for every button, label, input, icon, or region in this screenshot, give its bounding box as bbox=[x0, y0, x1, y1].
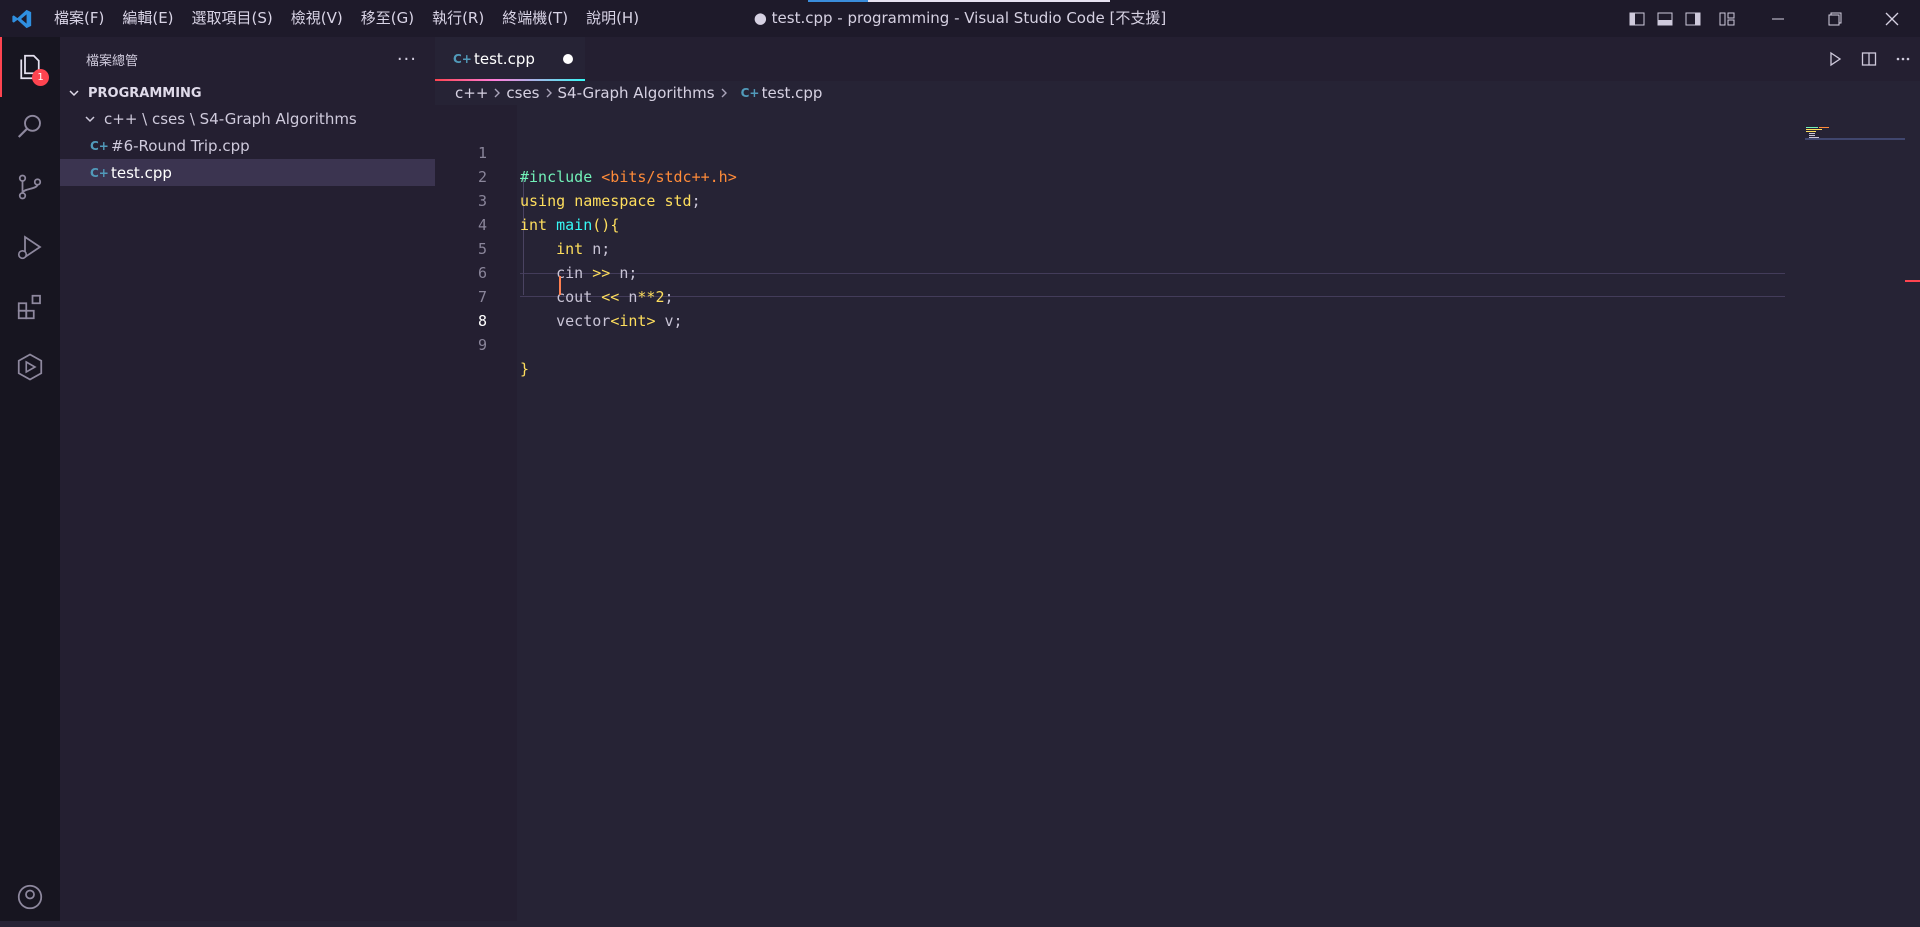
window-title: ● test.cpp - programming - Visual Studio… bbox=[753, 9, 1167, 27]
split-editor-icon[interactable] bbox=[1852, 37, 1886, 81]
menu-help[interactable]: 說明(H) bbox=[577, 0, 648, 37]
accounts-icon[interactable] bbox=[0, 867, 60, 927]
breadcrumb-item[interactable]: S4-Graph Algorithms bbox=[558, 84, 715, 102]
tab-test-cpp[interactable]: C+ test.cpp bbox=[435, 37, 585, 81]
code-line: 7 vector<int> v; bbox=[435, 261, 1785, 330]
search-icon[interactable] bbox=[0, 97, 60, 157]
breadcrumb: c++ cses S4-Graph Algorithms C+ test.cpp bbox=[455, 81, 822, 105]
tab-bar: C+ test.cpp bbox=[435, 37, 1920, 81]
menu-edit[interactable]: 編輯(E) bbox=[113, 0, 182, 37]
source-control-icon[interactable] bbox=[0, 157, 60, 217]
tree-file-round-trip[interactable]: C+ #6-Round Trip.cpp bbox=[60, 132, 435, 159]
code-line: 5 cin >> n; bbox=[435, 213, 1785, 282]
window-controls bbox=[1623, 0, 1920, 37]
chevron-down-icon bbox=[66, 85, 82, 101]
code-line: 8 bbox=[435, 285, 1785, 330]
cpp-file-icon: C+ bbox=[453, 52, 472, 66]
menu-terminal[interactable]: 終端機(T) bbox=[493, 0, 577, 37]
cpp-file-icon: C+ bbox=[90, 165, 109, 180]
code-line: 4 int n; bbox=[435, 189, 1785, 258]
tree-folder[interactable]: c++ \ cses \ S4-Graph Algorithms bbox=[60, 105, 435, 132]
editor-actions bbox=[1818, 37, 1920, 81]
run-debug-icon[interactable] bbox=[0, 217, 60, 277]
code-editor[interactable]: 1 #include <bits/stdc++.h> 2 using names… bbox=[435, 105, 1920, 921]
code-line: 6 cout << n**2; bbox=[435, 237, 1785, 306]
menu-go[interactable]: 移至(G) bbox=[352, 0, 423, 37]
folder-label: c++ \ cses \ S4-Graph Algorithms bbox=[104, 109, 357, 128]
chevron-right-icon bbox=[544, 87, 554, 99]
extensions-icon[interactable] bbox=[0, 277, 60, 337]
restore-icon[interactable] bbox=[1806, 0, 1863, 37]
menu-run[interactable]: 執行(R) bbox=[423, 0, 493, 37]
minimap[interactable] bbox=[1805, 125, 1905, 140]
menu-view[interactable]: 檢視(V) bbox=[282, 0, 352, 37]
cpp-file-icon: C+ bbox=[740, 86, 760, 100]
breadcrumb-item[interactable]: c++ bbox=[455, 84, 488, 102]
minimize-icon[interactable] bbox=[1749, 0, 1806, 37]
menu-file[interactable]: 檔案(F) bbox=[44, 0, 113, 37]
workspace-section-header[interactable]: PROGRAMMING bbox=[60, 81, 435, 105]
tab-label: test.cpp bbox=[474, 50, 535, 68]
file-label: test.cpp bbox=[111, 163, 172, 182]
code-line: 3 int main(){ bbox=[435, 165, 1785, 234]
chevron-right-icon bbox=[719, 87, 729, 99]
chevron-right-icon bbox=[492, 87, 502, 99]
workspace-name: PROGRAMMING bbox=[88, 85, 202, 101]
sidebar-title: 檔案總管 bbox=[86, 53, 139, 69]
more-actions-icon[interactable]: ··· bbox=[397, 49, 417, 70]
scrollbar-cursor-marker bbox=[1905, 280, 1920, 282]
sidebar-header: 檔案總管 ··· bbox=[60, 37, 435, 81]
title-bar: 檔案(F) 編輯(E) 選取項目(S) 檢視(V) 移至(G) 執行(R) 終端… bbox=[0, 0, 1920, 37]
cpp-file-icon: C+ bbox=[90, 138, 109, 153]
code-line: 1 #include <bits/stdc++.h> bbox=[435, 117, 1785, 186]
code-line: 9 } bbox=[435, 309, 1785, 378]
text-cursor bbox=[559, 276, 561, 295]
tree-file-test[interactable]: C+ test.cpp bbox=[60, 159, 435, 186]
line-number: 9 bbox=[477, 336, 487, 354]
vscode-logo-icon bbox=[0, 0, 44, 37]
run-file-icon[interactable] bbox=[1818, 37, 1852, 81]
close-icon[interactable] bbox=[1863, 0, 1920, 37]
breadcrumb-item[interactable]: test.cpp bbox=[762, 84, 823, 102]
explorer-badge: 1 bbox=[32, 69, 49, 86]
more-actions-icon[interactable] bbox=[1886, 37, 1920, 81]
breadcrumb-item[interactable]: cses bbox=[506, 84, 539, 102]
code-line: 2 using namespace std; bbox=[435, 141, 1785, 210]
unsaved-dot-icon[interactable] bbox=[563, 54, 573, 64]
file-label: #6-Round Trip.cpp bbox=[111, 136, 250, 155]
explorer-sidebar: 檔案總管 ··· PROGRAMMING c++ \ cses \ S4-Gra… bbox=[60, 37, 435, 921]
toggle-panel-icon[interactable] bbox=[1651, 0, 1679, 37]
menu-bar: 檔案(F) 編輯(E) 選取項目(S) 檢視(V) 移至(G) 執行(R) 終端… bbox=[44, 0, 648, 37]
toggle-secondary-sidebar-icon[interactable] bbox=[1679, 0, 1707, 37]
activity-bar: 1 bbox=[0, 37, 60, 921]
chevron-down-icon bbox=[82, 111, 98, 127]
customize-layout-icon[interactable] bbox=[1713, 0, 1741, 37]
toggle-primary-sidebar-icon[interactable] bbox=[1623, 0, 1651, 37]
menu-selection[interactable]: 選取項目(S) bbox=[183, 0, 282, 37]
remote-explorer-icon[interactable] bbox=[0, 337, 60, 397]
explorer-icon[interactable]: 1 bbox=[0, 37, 60, 97]
editor-group: C+ test.cpp c++ cses S4-Graph Algorithms… bbox=[435, 37, 1920, 921]
